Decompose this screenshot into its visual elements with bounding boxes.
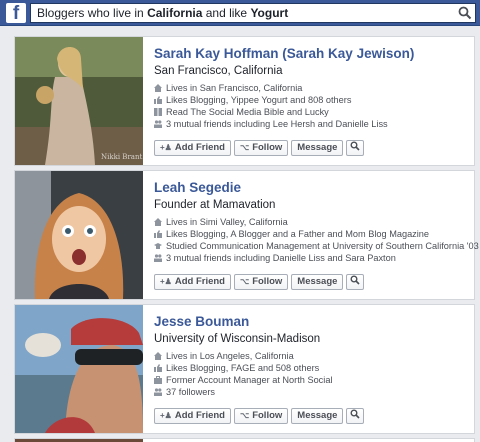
fact-row: 37 followers [154, 386, 472, 398]
result-card-partial [14, 438, 475, 442]
fact-row: Lives in San Francisco, California [154, 82, 472, 94]
fact-row: Studied Communication Management at Univ… [154, 240, 479, 252]
follow-button[interactable]: ⌥ Follow [233, 274, 289, 290]
fact-text[interactable]: 37 followers [166, 386, 215, 398]
top-bar: f Bloggers who live in California and li… [0, 0, 480, 26]
profile-photo[interactable] [15, 171, 143, 299]
result-name-link[interactable]: Jesse Bouman [154, 313, 472, 330]
fact-row: Likes Blogging, Yippee Yogurt and 808 ot… [154, 94, 472, 106]
fact-row: Likes Blogging, FAGE and 508 others [154, 362, 472, 374]
query-part: Bloggers who live in [37, 6, 148, 20]
fact-text[interactable]: Lives in Los Angeles, California [166, 350, 294, 362]
button-label: Add Friend [174, 410, 225, 421]
graduation-cap-icon [154, 242, 162, 250]
fact-text[interactable]: Likes Blogging, FAGE and 508 others [166, 362, 319, 374]
fact-text[interactable]: Former Account Manager at North Social [166, 374, 332, 386]
result-name-link[interactable]: Sarah Kay Hoffman (Sarah Kay Jewison) [154, 45, 472, 62]
followers-icon [154, 388, 162, 396]
fact-text[interactable]: Studied Communication Management at Univ… [166, 240, 479, 252]
facebook-logo[interactable]: f [6, 3, 26, 23]
query-part: California [147, 6, 203, 20]
home-icon [154, 84, 162, 92]
button-label: Follow [252, 276, 283, 287]
add-friend-icon: +♟ [160, 143, 172, 152]
result-card: Jesse Bouman University of Wisconsin-Mad… [14, 304, 475, 434]
button-label: Follow [252, 142, 283, 153]
fact-row: Lives in Los Angeles, California [154, 350, 472, 362]
search-icon[interactable] [457, 5, 473, 21]
thumbs-up-icon [154, 364, 162, 372]
query-part: and like [202, 6, 251, 20]
thumbs-up-icon [154, 96, 162, 104]
fact-text[interactable]: Lives in Simi Valley, California [166, 216, 288, 228]
fact-row: 3 mutual friends including Lee Hersh and… [154, 118, 472, 130]
add-friend-button[interactable]: +♟ Add Friend [154, 408, 231, 424]
search-input[interactable]: Bloggers who live in California and like… [30, 3, 476, 23]
fact-row: Former Account Manager at North Social [154, 374, 472, 386]
search-query: Bloggers who live in California and like… [37, 6, 288, 21]
search-icon [350, 141, 360, 156]
fact-text[interactable]: Lives in San Francisco, California [166, 82, 302, 94]
briefcase-icon [154, 376, 162, 384]
search-profile-button[interactable] [346, 274, 365, 290]
button-label: Message [297, 142, 338, 153]
profile-photo[interactable] [15, 305, 143, 433]
book-icon [154, 108, 162, 116]
add-friend-button[interactable]: +♟ Add Friend [154, 140, 231, 156]
fact-text[interactable]: 3 mutual friends including Lee Hersh and… [166, 118, 388, 130]
result-subtitle: Founder at Mamavation [154, 199, 276, 211]
home-icon [154, 352, 162, 360]
rss-icon: ⌥ [239, 143, 250, 152]
home-icon [154, 218, 162, 226]
result-name-link[interactable]: Leah Segedie [154, 179, 472, 196]
result-subtitle: University of Wisconsin-Madison [154, 333, 321, 345]
fact-row: 3 mutual friends including Danielle Liss… [154, 252, 472, 264]
friends-icon [154, 120, 162, 128]
follow-button[interactable]: ⌥ Follow [233, 408, 289, 424]
thumbs-up-icon [154, 230, 162, 238]
search-profile-button[interactable] [346, 408, 365, 424]
result-subtitle: San Francisco, California [154, 65, 283, 77]
message-button[interactable]: Message [291, 408, 344, 424]
fact-text[interactable]: Read The Social Media Bible and Lucky [166, 106, 329, 118]
message-button[interactable]: Message [291, 274, 344, 290]
message-button[interactable]: Message [291, 140, 344, 156]
add-friend-button[interactable]: +♟ Add Friend [154, 274, 231, 290]
search-icon [350, 275, 360, 290]
button-label: Message [297, 410, 338, 421]
rss-icon: ⌥ [239, 411, 250, 420]
add-friend-icon: +♟ [160, 411, 172, 420]
photo-watermark: Nikki Brant [101, 153, 142, 161]
search-icon [350, 409, 360, 424]
fact-text[interactable]: Likes Blogging, A Blogger and a Father a… [166, 228, 429, 240]
button-label: Add Friend [174, 142, 225, 153]
profile-photo[interactable]: Nikki Brant [15, 37, 143, 165]
result-card: Leah Segedie Founder at Mamavation Lives… [14, 170, 479, 300]
fact-text[interactable]: Likes Blogging, Yippee Yogurt and 808 ot… [166, 94, 351, 106]
rss-icon: ⌥ [239, 277, 250, 286]
add-friend-icon: +♟ [160, 277, 172, 286]
friends-icon [154, 254, 162, 262]
fact-row: Likes Blogging, A Blogger and a Father a… [154, 228, 472, 240]
result-card: Nikki Brant Sarah Kay Hoffman (Sarah Kay… [14, 36, 475, 166]
fact-row: Lives in Simi Valley, California [154, 216, 472, 228]
follow-button[interactable]: ⌥ Follow [233, 140, 289, 156]
search-profile-button[interactable] [346, 140, 365, 156]
button-label: Message [297, 276, 338, 287]
query-part: Yogurt [250, 6, 289, 20]
button-label: Follow [252, 410, 283, 421]
button-label: Add Friend [174, 276, 225, 287]
fact-text[interactable]: 3 mutual friends including Danielle Liss… [166, 252, 396, 264]
fact-row: Read The Social Media Bible and Lucky [154, 106, 472, 118]
